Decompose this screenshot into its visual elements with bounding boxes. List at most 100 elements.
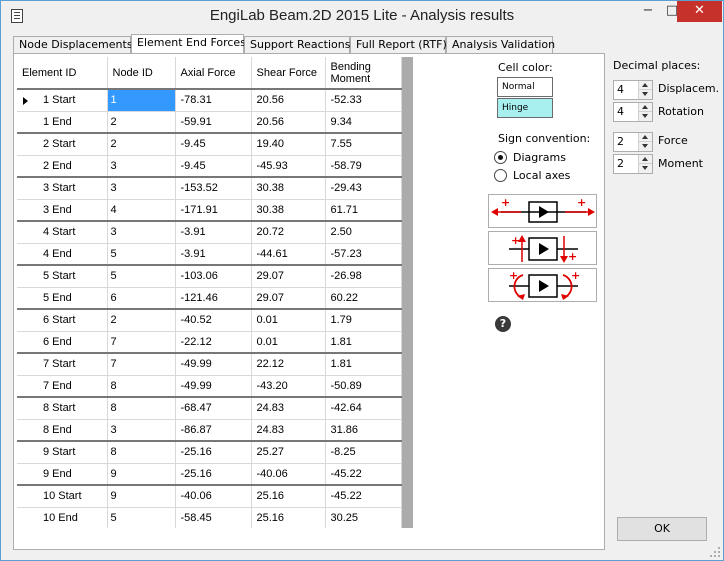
force-decimals-stepper[interactable]: 2 — [613, 132, 653, 152]
cell-node-id[interactable]: 5 — [107, 243, 176, 266]
cell-bending-moment[interactable]: 2.50 — [325, 221, 402, 244]
cell-shear-force[interactable]: -45.93 — [251, 155, 326, 178]
cell-node-id[interactable]: 3 — [107, 155, 176, 178]
cell-shear-force[interactable]: 29.07 — [251, 265, 326, 288]
table-row[interactable]: 1 End 2 -59.91 20.56 9.34 — [17, 111, 402, 134]
table-row[interactable]: 6 End 7 -22.12 0.01 1.81 — [17, 331, 402, 354]
table-row[interactable]: 2 Start 2 -9.45 19.40 7.55 — [17, 133, 402, 156]
cell-axial-force[interactable]: -78.31 — [175, 89, 252, 112]
cell-element-id[interactable]: 4 End — [17, 243, 108, 266]
axial-force-sign-button[interactable]: + + — [488, 194, 597, 228]
table-row[interactable]: 8 End 3 -86.87 24.83 31.86 — [17, 419, 402, 442]
table-row[interactable]: 9 End 9 -25.16 -40.06 -45.22 — [17, 463, 402, 486]
cell-bending-moment[interactable]: 30.25 — [325, 507, 402, 528]
cell-node-id[interactable]: 2 — [107, 133, 176, 156]
cell-shear-force[interactable]: 25.16 — [251, 507, 326, 528]
tab-node-displacements[interactable]: Node Displacements — [13, 36, 133, 54]
cell-shear-force[interactable]: 22.12 — [251, 353, 326, 376]
cell-shear-force[interactable]: -40.06 — [251, 463, 326, 486]
table-row[interactable]: 4 Start 3 -3.91 20.72 2.50 — [17, 221, 402, 244]
table-row[interactable]: 5 Start 5 -103.06 29.07 -26.98 — [17, 265, 402, 288]
cell-element-id[interactable]: 9 End — [17, 463, 108, 486]
cell-bending-moment[interactable]: -50.89 — [325, 375, 402, 398]
cell-node-id[interactable]: 4 — [107, 199, 176, 222]
cell-bending-moment[interactable]: -57.23 — [325, 243, 402, 266]
cell-bending-moment[interactable]: -52.33 — [325, 89, 402, 112]
cell-shear-force[interactable]: 30.38 — [251, 177, 326, 200]
cell-node-id[interactable]: 8 — [107, 375, 176, 398]
hinge-cell-swatch[interactable]: Hinge — [497, 98, 553, 118]
cell-node-id[interactable]: 1 — [107, 89, 176, 112]
cell-axial-force[interactable]: -58.45 — [175, 507, 252, 528]
cell-shear-force[interactable]: 0.01 — [251, 331, 326, 354]
cell-bending-moment[interactable]: 7.55 — [325, 133, 402, 156]
table-row[interactable]: 4 End 5 -3.91 -44.61 -57.23 — [17, 243, 402, 266]
cell-node-id[interactable]: 8 — [107, 397, 176, 420]
cell-shear-force[interactable]: 29.07 — [251, 287, 326, 310]
cell-element-id[interactable]: 6 End — [17, 331, 108, 354]
cell-node-id[interactable]: 7 — [107, 331, 176, 354]
force-decimals-value[interactable]: 2 — [617, 135, 624, 148]
minimize-button[interactable]: − — [635, 1, 661, 22]
cell-bending-moment[interactable]: 1.81 — [325, 331, 402, 354]
cell-element-id[interactable]: 2 End — [17, 155, 108, 178]
title-bar[interactable]: EngiLab Beam.2D 2015 Lite - Analysis res… — [1, 1, 723, 31]
diagrams-radio-label[interactable]: Diagrams — [513, 151, 566, 164]
cell-element-id[interactable]: 1 Start — [17, 89, 108, 112]
cell-bending-moment[interactable]: -45.22 — [325, 463, 402, 486]
cell-bending-moment[interactable]: 60.22 — [325, 287, 402, 310]
cell-shear-force[interactable]: 20.56 — [251, 111, 326, 134]
cell-axial-force[interactable]: -22.12 — [175, 331, 252, 354]
cell-axial-force[interactable]: -9.45 — [175, 155, 252, 178]
cell-element-id[interactable]: 8 End — [17, 419, 108, 442]
cell-axial-force[interactable]: -40.06 — [175, 485, 252, 508]
shear-force-sign-button[interactable]: + + — [488, 231, 597, 265]
cell-node-id[interactable]: 9 — [107, 463, 176, 486]
cell-element-id[interactable]: 8 Start — [17, 397, 108, 420]
table-row[interactable]: 10 End 5 -58.45 25.16 30.25 — [17, 507, 402, 528]
cell-axial-force[interactable]: -25.16 — [175, 463, 252, 486]
cell-element-id[interactable]: 3 End — [17, 199, 108, 222]
table-row[interactable]: 9 Start 8 -25.16 25.27 -8.25 — [17, 441, 402, 464]
cell-node-id[interactable]: 5 — [107, 265, 176, 288]
cell-node-id[interactable]: 9 — [107, 485, 176, 508]
cell-bending-moment[interactable]: -8.25 — [325, 441, 402, 464]
cell-axial-force[interactable]: -25.16 — [175, 441, 252, 464]
local-axes-radio-label[interactable]: Local axes — [513, 169, 570, 182]
displacement-decimals-value[interactable]: 4 — [617, 83, 624, 96]
cell-bending-moment[interactable]: -45.22 — [325, 485, 402, 508]
cell-axial-force[interactable]: -103.06 — [175, 265, 252, 288]
table-row[interactable]: 1 Start 1 -78.31 20.56 -52.33 — [17, 89, 402, 112]
cell-shear-force[interactable]: 25.27 — [251, 441, 326, 464]
table-row[interactable]: 7 Start 7 -49.99 22.12 1.81 — [17, 353, 402, 376]
cell-axial-force[interactable]: -153.52 — [175, 177, 252, 200]
cell-bending-moment[interactable]: 1.79 — [325, 309, 402, 332]
tab-full-report[interactable]: Full Report (RTF) — [350, 36, 447, 54]
table-row[interactable]: 6 Start 2 -40.52 0.01 1.79 — [17, 309, 402, 332]
cell-element-id[interactable]: 4 Start — [17, 221, 108, 244]
local-axes-radio[interactable] — [494, 169, 507, 182]
rotation-decimals-stepper[interactable]: 4 — [613, 102, 653, 122]
cell-bending-moment[interactable]: 9.34 — [325, 111, 402, 134]
cell-shear-force[interactable]: 20.72 — [251, 221, 326, 244]
cell-bending-moment[interactable]: 61.71 — [325, 199, 402, 222]
cell-node-id[interactable]: 5 — [107, 507, 176, 528]
cell-element-id[interactable]: 7 End — [17, 375, 108, 398]
cell-axial-force[interactable]: -40.52 — [175, 309, 252, 332]
cell-shear-force[interactable]: 20.56 — [251, 89, 326, 112]
displacement-decimals-down-icon[interactable] — [638, 90, 652, 99]
col-header-axial-force[interactable]: Axial Force — [175, 57, 252, 90]
table-row[interactable]: 7 End 8 -49.99 -43.20 -50.89 — [17, 375, 402, 398]
cell-axial-force[interactable]: -68.47 — [175, 397, 252, 420]
cell-bending-moment[interactable]: -26.98 — [325, 265, 402, 288]
cell-node-id[interactable]: 6 — [107, 287, 176, 310]
cell-shear-force[interactable]: 30.38 — [251, 199, 326, 222]
cell-element-id[interactable]: 2 Start — [17, 133, 108, 156]
close-button[interactable]: ✕ — [677, 1, 722, 22]
cell-node-id[interactable]: 3 — [107, 221, 176, 244]
cell-node-id[interactable]: 7 — [107, 353, 176, 376]
cell-node-id[interactable]: 2 — [107, 111, 176, 134]
force-decimals-down-icon[interactable] — [638, 142, 652, 151]
cell-bending-moment[interactable]: -29.43 — [325, 177, 402, 200]
cell-axial-force[interactable]: -121.46 — [175, 287, 252, 310]
